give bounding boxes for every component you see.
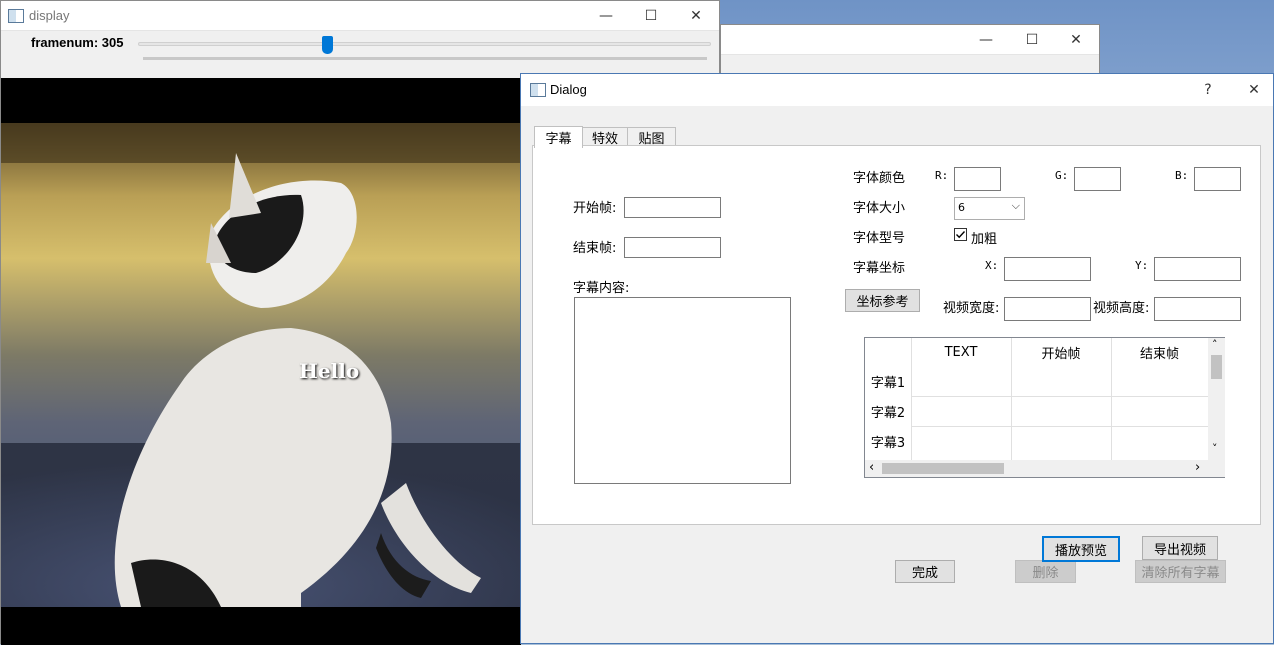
- table-cell[interactable]: [1011, 396, 1112, 427]
- row-header-3[interactable]: 字幕3: [865, 426, 911, 456]
- maximize-button[interactable]: ☐: [1009, 25, 1055, 55]
- font-size-value: 6: [958, 201, 965, 214]
- background-window-titlebar: — ☐ ✕: [721, 25, 1099, 55]
- table-cell[interactable]: [1011, 366, 1112, 397]
- video-width-input[interactable]: [1004, 297, 1091, 321]
- close-button[interactable]: ✕: [673, 1, 719, 31]
- tab-effects[interactable]: 特效: [580, 127, 630, 147]
- minimize-button[interactable]: —: [963, 25, 1009, 55]
- vertical-scroll-thumb[interactable]: [1211, 355, 1222, 379]
- r-input[interactable]: [954, 167, 1001, 191]
- check-icon: [956, 231, 966, 239]
- tab-label: 字幕: [545, 132, 572, 147]
- table-cell[interactable]: [1011, 426, 1112, 461]
- table-cell[interactable]: [1111, 396, 1209, 427]
- row-header-2[interactable]: 字幕2: [865, 396, 911, 426]
- tab-sticker[interactable]: 贴图: [627, 127, 676, 147]
- bold-checkbox[interactable]: [954, 228, 967, 241]
- font-color-label: 字体颜色: [853, 171, 906, 186]
- subtitle-dialog: Dialog ? ✕ 字幕 特效 贴图 开始帧: 结束帧: 字幕内容: 字体颜色…: [520, 73, 1274, 644]
- maximize-icon: ☐: [644, 8, 658, 24]
- b-label: B:: [1175, 169, 1189, 182]
- close-icon: ✕: [690, 8, 702, 24]
- subtitle-content-label: 字幕内容:: [573, 281, 630, 296]
- close-icon: ✕: [1248, 82, 1260, 98]
- x-label: X:: [985, 259, 999, 272]
- column-header-start-frame[interactable]: 开始帧: [1011, 338, 1112, 366]
- help-icon: ?: [1204, 82, 1212, 98]
- display-window-titlebar: display — ☐ ✕: [1, 1, 719, 31]
- help-button[interactable]: ?: [1185, 74, 1231, 106]
- frame-number-label: framenum: 305: [31, 35, 124, 50]
- minimize-icon: —: [599, 8, 613, 24]
- y-coord-input[interactable]: [1154, 257, 1241, 281]
- horizontal-scroll-thumb[interactable]: [882, 463, 1004, 474]
- close-button[interactable]: ✕: [1231, 74, 1274, 106]
- scroll-right-icon[interactable]: ›: [1195, 460, 1200, 475]
- close-icon: ✕: [1070, 32, 1082, 48]
- bold-label: 加粗: [971, 232, 998, 247]
- subtitle-tab-pane: 开始帧: 结束帧: 字幕内容: 字体颜色 R: G: B: 字体大小 6 ⌵ 字…: [532, 145, 1261, 583]
- scroll-left-icon[interactable]: ‹: [869, 460, 874, 475]
- scroll-corner: [1208, 460, 1225, 477]
- end-frame-input[interactable]: [624, 237, 721, 258]
- export-video-button[interactable]: 导出视频: [1142, 536, 1218, 560]
- scroll-down-icon[interactable]: ˅: [1212, 442, 1218, 455]
- table-cell[interactable]: [1111, 366, 1209, 397]
- app-icon: [530, 83, 546, 97]
- maximize-icon: ☐: [1025, 32, 1039, 48]
- subtitle-table: TEXT 开始帧 结束帧 字幕1 字幕2 字幕3 ˄ ˅ ‹ ›: [864, 337, 1225, 478]
- chevron-down-icon: ⌵: [1011, 199, 1020, 212]
- play-preview-button[interactable]: 播放预览: [1042, 536, 1120, 562]
- table-vertical-scrollbar[interactable]: ˄ ˅: [1208, 338, 1225, 460]
- table-cell[interactable]: [1111, 426, 1209, 461]
- table-cell[interactable]: [911, 396, 1012, 427]
- font-size-label: 字体大小: [853, 201, 906, 216]
- dialog-title: Dialog: [550, 82, 587, 97]
- background-window: — ☐ ✕: [720, 24, 1100, 76]
- minimize-button[interactable]: —: [583, 1, 629, 31]
- table-horizontal-scrollbar[interactable]: ‹ ›: [865, 460, 1208, 477]
- tab-subtitle[interactable]: 字幕: [534, 126, 583, 148]
- table-cell[interactable]: [911, 426, 1012, 461]
- cat-photo: [1, 123, 521, 607]
- r-label: R:: [935, 169, 949, 182]
- font-size-select[interactable]: 6 ⌵: [954, 197, 1025, 220]
- y-label: Y:: [1135, 259, 1149, 272]
- g-input[interactable]: [1074, 167, 1121, 191]
- video-width-label: 视频宽度:: [943, 301, 1000, 316]
- coord-reference-button[interactable]: 坐标参考: [845, 289, 920, 312]
- slider-divider: [143, 57, 707, 60]
- frame-slider-thumb[interactable]: [321, 36, 333, 54]
- video-height-label: 视频高度:: [1093, 301, 1150, 316]
- row-header-1[interactable]: 字幕1: [865, 366, 911, 396]
- table-cell[interactable]: [911, 366, 1012, 397]
- delete-button[interactable]: 删除: [1015, 560, 1076, 583]
- maximize-button[interactable]: ☐: [628, 1, 674, 31]
- close-button[interactable]: ✕: [1053, 25, 1099, 55]
- video-height-input[interactable]: [1154, 297, 1241, 321]
- x-coord-input[interactable]: [1004, 257, 1091, 281]
- column-header-text[interactable]: TEXT: [911, 338, 1012, 366]
- subtitle-content-textarea[interactable]: [574, 297, 791, 484]
- clear-all-subtitles-button[interactable]: 清除所有字幕: [1135, 560, 1226, 583]
- window-title: display: [29, 8, 70, 23]
- g-label: G:: [1055, 169, 1069, 182]
- frame-slider-track[interactable]: [138, 42, 711, 46]
- done-button[interactable]: 完成: [895, 560, 955, 583]
- start-frame-input[interactable]: [624, 197, 721, 218]
- font-style-label: 字体型号: [853, 231, 906, 246]
- b-input[interactable]: [1194, 167, 1241, 191]
- video-image: [1, 123, 521, 607]
- column-header-end-frame[interactable]: 结束帧: [1111, 338, 1208, 366]
- minimize-icon: —: [979, 32, 993, 48]
- dialog-titlebar: Dialog ? ✕: [521, 74, 1273, 106]
- start-frame-label: 开始帧:: [573, 201, 617, 216]
- subtitle-preview-text: Hello: [299, 359, 360, 383]
- scroll-up-icon[interactable]: ˄: [1212, 338, 1218, 351]
- app-icon: [8, 9, 24, 23]
- subtitle-coord-label: 字幕坐标: [853, 261, 906, 276]
- end-frame-label: 结束帧:: [573, 241, 617, 256]
